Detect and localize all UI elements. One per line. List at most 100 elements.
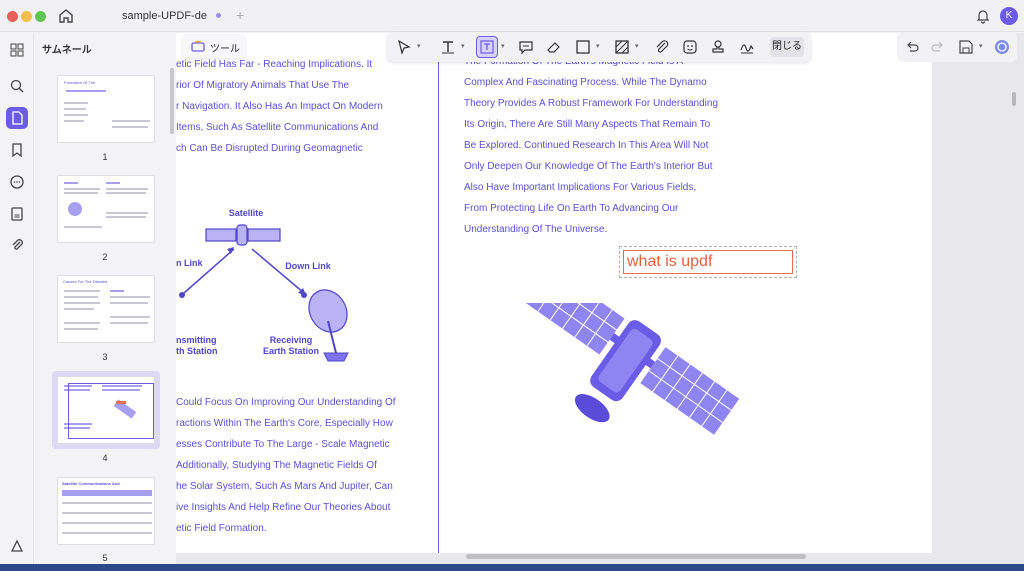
diagram-receiving-label: Receiving <box>269 335 313 345</box>
left-rail <box>0 33 34 571</box>
doc-text-line: ive Insights And Help Refine Our Theorie… <box>176 502 391 513</box>
text-box-input[interactable]: what is updf <box>623 250 793 274</box>
doc-text-line: esses Contribute To The Large - Scale Ma… <box>176 439 390 450</box>
diagram-transmitting-station-label: th Station <box>176 346 218 356</box>
doc-text-line: Understanding Of The Universe. <box>464 224 608 235</box>
close-window-button[interactable] <box>7 11 18 22</box>
chevron-down-icon[interactable]: ▾ <box>979 42 983 50</box>
chevron-down-icon[interactable]: ▾ <box>635 42 639 50</box>
area-highlight-icon[interactable] <box>613 38 631 56</box>
grid-icon[interactable] <box>6 39 28 61</box>
close-toolbar-button[interactable]: 閉じる <box>770 37 804 57</box>
unsaved-dot-icon <box>216 13 221 18</box>
desktop-taskbar-strip <box>0 564 1024 571</box>
doc-text-line: Complex And Fascinating Process. While T… <box>464 77 707 88</box>
new-tab-button[interactable]: + <box>236 7 244 23</box>
rectangle-icon[interactable] <box>574 38 592 56</box>
chevron-down-icon[interactable]: ▾ <box>461 42 465 50</box>
thumbnail-page-number: 4 <box>102 453 108 463</box>
thumbnails-icon[interactable] <box>6 107 28 129</box>
thumbnail-page-number: 1 <box>102 152 108 162</box>
doc-text-line: ractions Within The Earth's Core, Especi… <box>176 418 393 429</box>
document-horizontal-scrollbar[interactable] <box>466 554 806 559</box>
thumbnail-page-4[interactable] <box>57 376 155 444</box>
thumbnail-page-1[interactable]: Formation Of The <box>57 75 155 143</box>
text-box-icon <box>480 40 494 54</box>
thumbnail-page-number: 5 <box>102 553 108 563</box>
doc-text-line: r Navigation. It Also Has An Impact On M… <box>176 101 383 112</box>
eraser-icon[interactable] <box>545 38 563 56</box>
attachment-icon[interactable] <box>653 38 671 56</box>
doc-text-line: Its Origin, There Are Still Many Aspects… <box>464 119 711 130</box>
attachment-icon[interactable] <box>6 234 28 256</box>
doc-text-line: Items, Such As Satellite Communications … <box>176 122 379 133</box>
ai-assistant-icon[interactable] <box>993 38 1011 56</box>
undo-icon[interactable] <box>903 38 921 56</box>
doc-text-line: Also Have Important Implications For Var… <box>464 182 697 193</box>
document-vertical-scrollbar[interactable] <box>1012 92 1016 106</box>
doc-text-line: Additionally, Studying The Magnetic Fiel… <box>176 460 377 471</box>
sticker-icon[interactable] <box>681 38 699 56</box>
thumbnail-heading: Causes For The Disturbs <box>63 279 108 284</box>
thumbnail-heading: Formation Of The <box>64 80 96 85</box>
document-area: etic Field Has Far - Reaching Implicatio… <box>176 33 1024 571</box>
minimize-window-button[interactable] <box>21 11 32 22</box>
tools-label: ツール <box>210 44 240 55</box>
diagram-receiving-station-label: Earth Station <box>262 346 319 356</box>
layers-icon[interactable] <box>6 535 28 557</box>
thumbnail-panel: サムネール Formation Of The 1 2 Causes For Th… <box>35 33 175 571</box>
diagram-transmitting-label: nsmitting <box>176 335 217 345</box>
doc-text-line: Theory Provides A Robust Framework For U… <box>464 98 718 109</box>
doc-text-line: etic Field Formation. <box>176 523 267 534</box>
doc-text-line: he Solar System, Such As Mars And Jupite… <box>176 481 393 492</box>
right-toolbar: ▾ <box>897 32 1017 62</box>
bell-icon[interactable] <box>975 8 991 24</box>
doc-text-line: Only Deepen Our Knowledge Of The Earth's… <box>464 161 713 172</box>
doc-text-line: Could Focus On Improving Our Understandi… <box>176 397 396 408</box>
comment-icon[interactable] <box>6 171 28 193</box>
redo-icon[interactable] <box>929 38 947 56</box>
chevron-down-icon[interactable]: ▾ <box>596 42 600 50</box>
doc-text-line: etic Field Has Far - Reaching Implicatio… <box>176 59 373 70</box>
avatar[interactable]: K <box>1000 7 1018 25</box>
thumbnail-page-number: 3 <box>102 352 108 362</box>
document-tab[interactable]: sample-UPDF-de <box>100 0 230 32</box>
select-arrow-icon[interactable] <box>395 38 413 56</box>
home-icon[interactable] <box>56 6 76 26</box>
form-icon[interactable] <box>6 203 28 225</box>
thumbnail-heading: Satellite Communications And <box>62 481 120 486</box>
diagram-uplink-label: n Link <box>176 258 203 268</box>
text-box-button[interactable] <box>476 36 498 58</box>
tools-button[interactable]: ツール <box>182 34 246 58</box>
title-bar: sample-UPDF-de + K <box>0 0 1024 32</box>
thumbnail-page-5[interactable]: Satellite Communications And <box>57 477 155 545</box>
thumbnail-page-number: 2 <box>102 252 108 262</box>
save-icon[interactable] <box>957 38 975 56</box>
bookmark-icon[interactable] <box>6 139 28 161</box>
diagram-satellite-label: Satellite <box>228 208 264 218</box>
zoom-window-button[interactable] <box>35 11 46 22</box>
note-icon[interactable] <box>517 38 535 56</box>
doc-text-line: rior Of Migratory Animals That Use The <box>176 80 350 91</box>
chevron-down-icon[interactable]: ▾ <box>417 42 421 50</box>
stamp-icon[interactable] <box>709 38 727 56</box>
doc-text-line: ch Can Be Disrupted During Geomagnetic <box>176 143 363 154</box>
doc-text-line: Be Explored. Continued Research In This … <box>464 140 709 151</box>
diagram-downlink-label: Down Link <box>285 261 331 271</box>
text-box-annotation[interactable]: what is updf <box>619 246 797 278</box>
thumbnail-page-2[interactable] <box>57 175 155 243</box>
thumbnail-panel-title: サムネール <box>42 45 92 56</box>
pdf-page-right: The Formation Of The Earth's Magnetic Fi… <box>438 33 932 553</box>
thumbnail-page-3[interactable]: Causes For The Disturbs <box>57 275 155 343</box>
annotation-toolbar: ▾ ▾ ▾ ▾ ▾ 閉じる <box>387 32 811 62</box>
search-icon[interactable] <box>6 75 28 97</box>
pdf-page-left: etic Field Has Far - Reaching Implicatio… <box>176 33 438 553</box>
chevron-down-icon[interactable]: ▾ <box>501 42 505 50</box>
document-tab-title: sample-UPDF-de <box>122 10 207 22</box>
signature-icon[interactable] <box>738 38 756 56</box>
thumbnail-scrollbar[interactable] <box>170 68 174 134</box>
satellite-illustration <box>525 303 739 435</box>
toolbox-icon <box>191 40 205 52</box>
doc-text-line: From Protecting Life On Earth To Advanci… <box>464 203 679 214</box>
text-icon[interactable] <box>439 38 457 56</box>
